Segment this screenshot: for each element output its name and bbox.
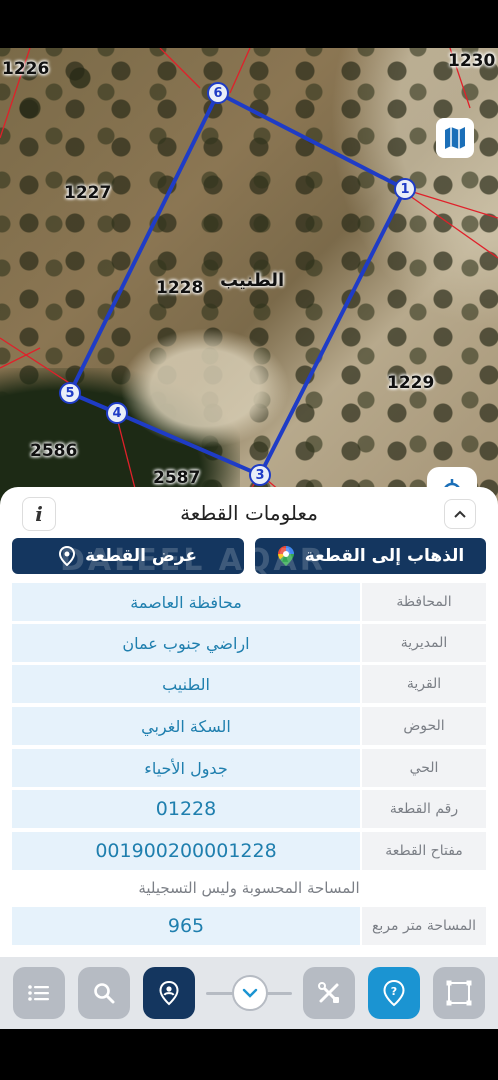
- field-row-area: المساحة متر مربع 965: [12, 907, 486, 945]
- parcel-label-1226: 1226: [2, 59, 50, 79]
- field-row-district: الحي جدول الأحياء: [12, 749, 486, 787]
- field-label: القرية: [362, 665, 486, 703]
- field-label: مفتاح القطعة: [362, 832, 486, 870]
- panel-title: معلومات القطعة: [180, 501, 318, 525]
- location-pin-icon: [59, 546, 76, 566]
- field-value: محافظة العاصمة: [12, 583, 360, 621]
- village-label: الطنيب: [220, 270, 285, 291]
- panel-toggle-slider[interactable]: [206, 975, 292, 1011]
- chevron-down-icon: [242, 988, 258, 998]
- go-to-parcel-button[interactable]: الذهاب إلى القطعة: [255, 538, 486, 574]
- parcel-label-2586: 2586: [30, 441, 78, 461]
- google-maps-icon: [277, 546, 294, 566]
- search-button[interactable]: [78, 967, 130, 1019]
- collapse-button[interactable]: [444, 499, 476, 529]
- field-row-directorate: المديرية اراضي جنوب عمان: [12, 624, 486, 662]
- field-label: المحافظة: [362, 583, 486, 621]
- field-row-village: القرية الطنيب: [12, 665, 486, 703]
- satellite-map[interactable]: 1226 1230 1227 1228 1229 2586 2587 الطني…: [0, 48, 498, 508]
- field-value: اراضي جنوب عمان: [12, 624, 360, 662]
- location-pin-icon: [159, 980, 179, 1006]
- field-label: الحوض: [362, 707, 486, 745]
- field-row-parcel-key: مفتاح القطعة 001900200001228: [12, 832, 486, 870]
- draw-polygon-button[interactable]: [433, 967, 485, 1019]
- vertex-marker-4[interactable]: 4: [106, 402, 128, 424]
- area-note: المساحة المحسوبة وليس التسجيلية: [138, 879, 360, 897]
- field-row-governorate: المحافظة محافظة العاصمة: [12, 583, 486, 621]
- panel-header: i معلومات القطعة: [12, 497, 486, 533]
- tools-button[interactable]: [303, 967, 355, 1019]
- field-value: جدول الأحياء: [12, 749, 360, 787]
- map-layers-button[interactable]: [436, 118, 474, 158]
- parcel-label-1229: 1229: [387, 373, 435, 393]
- app-screen: 1226 1230 1227 1228 1229 2586 2587 الطني…: [0, 0, 498, 1080]
- help-icon: ?: [383, 979, 405, 1007]
- field-row-parcel-number: رقم القطعة 01228: [12, 790, 486, 828]
- field-label: رقم القطعة: [362, 790, 486, 828]
- field-value: 001900200001228: [12, 832, 360, 870]
- parcel-info-panel: i معلومات القطعة عرض القطعة الذهاب إلى ا…: [0, 487, 498, 957]
- field-label: المساحة متر مربع: [362, 907, 486, 945]
- slider-knob[interactable]: [232, 975, 268, 1011]
- svg-text:?: ?: [391, 985, 397, 998]
- map-icon: [445, 127, 465, 149]
- field-value: 01228: [12, 790, 360, 828]
- vertex-marker-3[interactable]: 3: [249, 464, 271, 486]
- vertex-marker-5[interactable]: 5: [59, 382, 81, 404]
- polygon-icon: [446, 980, 472, 1006]
- chevron-up-icon: [454, 510, 466, 518]
- field-value: السكة الغربي: [12, 707, 360, 745]
- field-label: المديرية: [362, 624, 486, 662]
- parcel-label-1228: 1228: [156, 278, 204, 298]
- parcel-label-1230: 1230: [448, 51, 496, 71]
- system-nav-bar: [0, 1029, 498, 1080]
- list-icon: [28, 985, 49, 1001]
- field-row-basin: الحوض السكة الغربي: [12, 707, 486, 745]
- field-value: الطنيب: [12, 665, 360, 703]
- parcel-label-1227: 1227: [64, 183, 112, 203]
- field-value: 965: [12, 907, 360, 945]
- bottom-toolbar: ?: [0, 957, 498, 1029]
- show-parcel-label: عرض القطعة: [85, 546, 197, 566]
- vertex-marker-6[interactable]: 6: [207, 82, 229, 104]
- field-label: الحي: [362, 749, 486, 787]
- location-pin-button[interactable]: [143, 967, 195, 1019]
- help-button[interactable]: ?: [368, 967, 420, 1019]
- tools-icon: [318, 982, 339, 1003]
- go-to-parcel-label: الذهاب إلى القطعة: [304, 546, 465, 566]
- search-icon: [94, 983, 115, 1004]
- show-parcel-button[interactable]: عرض القطعة: [12, 538, 244, 574]
- list-button[interactable]: [13, 967, 65, 1019]
- vertex-marker-1[interactable]: 1: [394, 178, 416, 200]
- parcel-label-2587: 2587: [153, 468, 201, 488]
